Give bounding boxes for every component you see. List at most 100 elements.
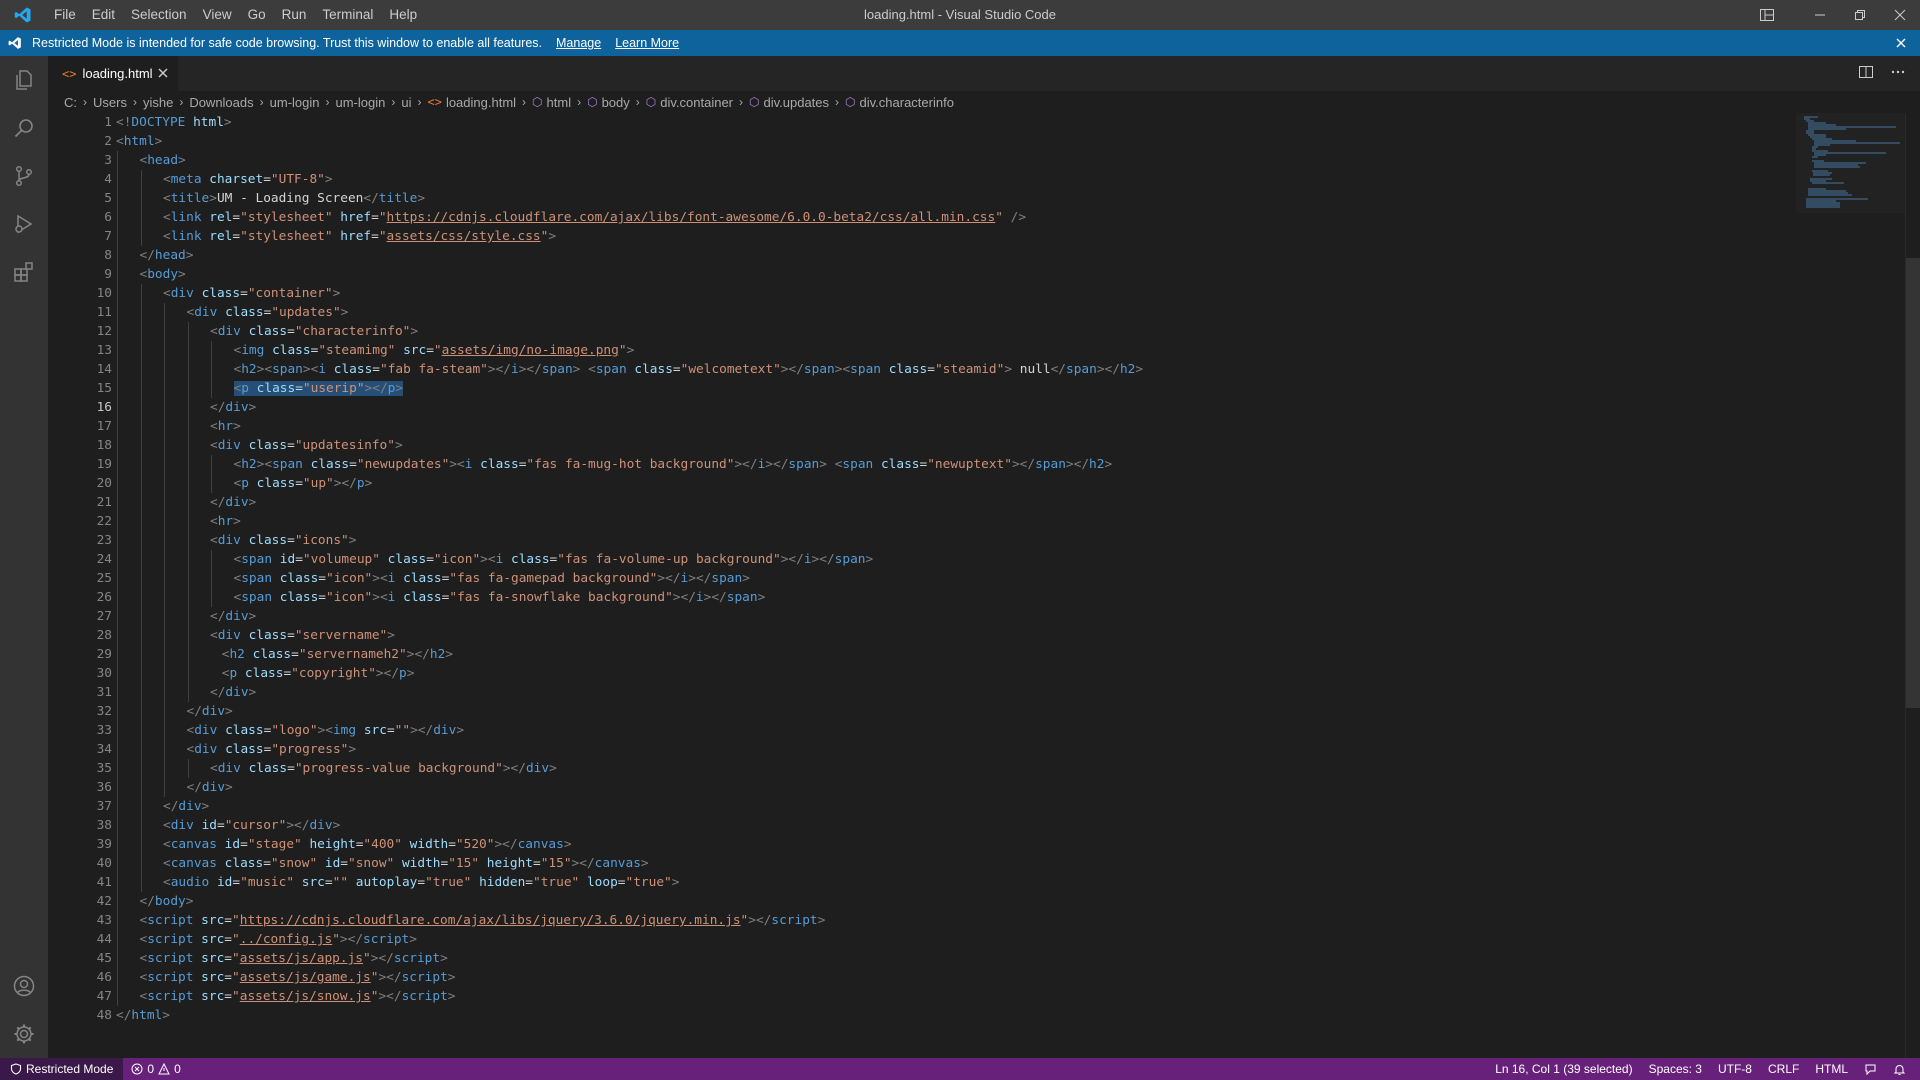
restricted-mode-indicator[interactable]: Restricted Mode (0, 1058, 124, 1080)
code-line[interactable]: <meta charset="UTF-8"> (116, 170, 1816, 189)
code-line[interactable]: </head> (116, 246, 1816, 265)
code-line[interactable]: <div class="logo"><img src=""></div> (116, 721, 1816, 740)
breadcrumb-item[interactable]: C: (64, 95, 77, 110)
code-line[interactable]: <div class="container"> (116, 284, 1816, 303)
feedback-button[interactable] (1856, 1058, 1885, 1080)
minimap[interactable] (1796, 113, 1906, 223)
code-line[interactable]: <div class="updates"> (116, 303, 1816, 322)
code-line[interactable]: </div> (116, 683, 1816, 702)
cursor-position[interactable]: Ln 16, Col 1 (39 selected) (1487, 1058, 1640, 1080)
scrollbar-thumb[interactable] (1906, 258, 1920, 708)
code-line[interactable]: <img class="steamimg" src="assets/img/no… (116, 341, 1816, 360)
code-line[interactable]: <script src="assets/js/snow.js"></script… (116, 987, 1816, 1006)
code-lines[interactable]: <!DOCTYPE html> <html> <head> <meta charset… (116, 113, 1816, 1025)
code-line[interactable]: <p class="copyright"></p> (116, 664, 1816, 683)
breadcrumb-file[interactable]: <> loading.html (427, 95, 516, 110)
code-line[interactable]: <script src="assets/js/game.js"></script… (116, 968, 1816, 987)
breadcrumb-item[interactable]: yishe (143, 95, 173, 110)
explorer-button[interactable] (0, 56, 48, 104)
code-editor[interactable]: 1 2 3 4 5 6 7 8 9 10 11 12 13 14 15 16 17 18 19 20 21 22 23 24 2… (48, 113, 1920, 1058)
run-debug-button[interactable] (0, 200, 48, 248)
code-line[interactable]: <h2><span><i class="fab fa-steam"></i></… (116, 360, 1816, 379)
breadcrumb-symbol[interactable]: ⬡ body (587, 95, 630, 110)
code-line[interactable]: <p class="userip"></p> (116, 379, 1816, 398)
menu-go[interactable]: Go (240, 0, 274, 30)
minimize-button[interactable] (1800, 0, 1840, 30)
code-line[interactable]: <link rel="stylesheet" href="https://cdn… (116, 208, 1816, 227)
code-line[interactable]: <link rel="stylesheet" href="assets/css/… (116, 227, 1816, 246)
split-editor-button[interactable] (1858, 64, 1874, 83)
code-line[interactable]: </html> (116, 1006, 1816, 1025)
problems-indicator[interactable]: 0 0 (123, 1058, 188, 1080)
code-line[interactable]: <html> (116, 132, 1816, 151)
code-line[interactable]: <canvas class="snow" id="snow" width="15… (116, 854, 1816, 873)
breadcrumb-item[interactable]: Downloads (189, 95, 253, 110)
code-line[interactable]: </div> (116, 398, 1816, 417)
breadcrumb-symbol[interactable]: ⬡ html (532, 95, 571, 110)
code-line[interactable]: <body> (116, 265, 1816, 284)
code-line[interactable]: <div class="updatesinfo"> (116, 436, 1816, 455)
indentation[interactable]: Spaces: 3 (1641, 1058, 1710, 1080)
menu-edit[interactable]: Edit (84, 0, 123, 30)
code-line[interactable]: <!DOCTYPE html> (116, 113, 1816, 132)
menu-terminal[interactable]: Terminal (314, 0, 381, 30)
code-line[interactable]: <hr> (116, 417, 1816, 436)
code-line[interactable]: <div class="progress-value background"><… (116, 759, 1816, 778)
code-line[interactable]: <p class="up"></p> (116, 474, 1816, 493)
code-line[interactable]: <span id="volumeup" class="icon"><i clas… (116, 550, 1816, 569)
breadcrumb-item[interactable]: ui (401, 95, 411, 110)
encoding[interactable]: UTF-8 (1710, 1058, 1760, 1080)
restore-button[interactable] (1840, 0, 1880, 30)
close-window-button[interactable] (1880, 0, 1920, 30)
menu-view[interactable]: View (195, 0, 240, 30)
code-line[interactable]: <span class="icon"><i class="fas fa-snow… (116, 588, 1816, 607)
more-actions-button[interactable] (1890, 64, 1906, 83)
customize-layout-button[interactable] (1752, 0, 1782, 30)
code-line[interactable]: </body> (116, 892, 1816, 911)
breadcrumb-item[interactable]: um-login (336, 95, 386, 110)
code-line[interactable]: </div> (116, 702, 1816, 721)
accounts-button[interactable] (0, 962, 48, 1010)
code-line[interactable]: <script src="../config.js"></script> (116, 930, 1816, 949)
breadcrumb-item[interactable]: um-login (270, 95, 320, 110)
language-mode[interactable]: HTML (1807, 1058, 1856, 1080)
menu-file[interactable]: File (46, 0, 84, 30)
tab-loading-html[interactable]: <> loading.html (48, 56, 178, 91)
code-line[interactable]: </div> (116, 607, 1816, 626)
breadcrumb-item[interactable]: Users (93, 95, 127, 110)
line-ending[interactable]: CRLF (1760, 1058, 1807, 1080)
code-line[interactable]: <script src="https://cdnjs.cloudflare.co… (116, 911, 1816, 930)
code-line[interactable]: <div class="progress"> (116, 740, 1816, 759)
breadcrumb-symbol[interactable]: ⬡ div.updates (749, 95, 829, 110)
extensions-button[interactable] (0, 248, 48, 296)
code-line[interactable]: </div> (116, 797, 1816, 816)
vertical-scrollbar[interactable] (1905, 113, 1920, 1058)
manage-button[interactable] (0, 1010, 48, 1058)
code-line[interactable]: <h2 class="servernameh2"></h2> (116, 645, 1816, 664)
code-line[interactable]: <script src="assets/js/app.js"></script> (116, 949, 1816, 968)
menu-selection[interactable]: Selection (123, 0, 195, 30)
notifications-button[interactable] (1885, 1058, 1914, 1080)
banner-close-button[interactable] (1896, 30, 1906, 56)
code-line[interactable]: <hr> (116, 512, 1816, 531)
breadcrumb-symbol[interactable]: ⬡ div.characterinfo (845, 95, 954, 110)
breadcrumb-symbol[interactable]: ⬡ div.container (646, 95, 733, 110)
source-control-button[interactable] (0, 152, 48, 200)
tab-close-button[interactable] (158, 66, 168, 81)
code-line[interactable]: <div class="characterinfo"> (116, 322, 1816, 341)
code-line[interactable]: <canvas id="stage" height="400" width="5… (116, 835, 1816, 854)
code-line[interactable]: <audio id="music" src="" autoplay="true"… (116, 873, 1816, 892)
code-line[interactable]: <head> (116, 151, 1816, 170)
banner-manage-link[interactable]: Manage (556, 36, 601, 50)
banner-learn-more-link[interactable]: Learn More (615, 36, 679, 50)
search-button[interactable] (0, 104, 48, 152)
code-line[interactable]: </div> (116, 493, 1816, 512)
code-line[interactable]: <div id="cursor"></div> (116, 816, 1816, 835)
code-line[interactable]: <title>UM - Loading Screen</title> (116, 189, 1816, 208)
code-line[interactable]: </div> (116, 778, 1816, 797)
code-line[interactable]: <div class="icons"> (116, 531, 1816, 550)
code-line[interactable]: <span class="icon"><i class="fas fa-game… (116, 569, 1816, 588)
menu-help[interactable]: Help (381, 0, 425, 30)
menu-run[interactable]: Run (274, 0, 315, 30)
code-line[interactable]: <h2><span class="newupdates"><i class="f… (116, 455, 1816, 474)
